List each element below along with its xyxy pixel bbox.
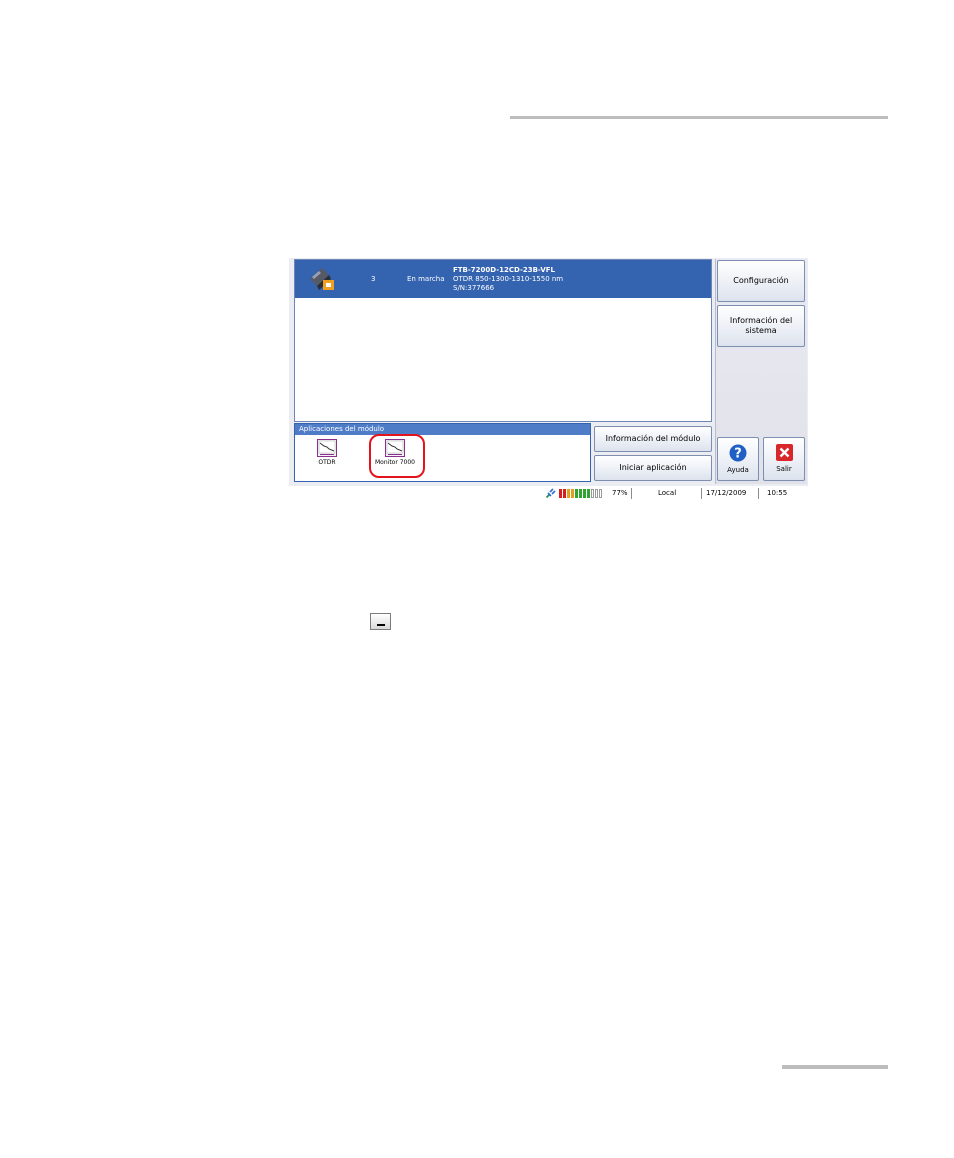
date-display: 17/12/2009 [701, 488, 751, 499]
battery-segment [587, 489, 590, 498]
header-rule [510, 116, 888, 119]
power-plug-icon [545, 488, 556, 499]
footer-rule [782, 1065, 888, 1069]
module-slot: 3 [371, 275, 376, 283]
battery-segment [595, 489, 598, 498]
start-app-button[interactable]: Iniciar aplicación [594, 455, 712, 481]
battery-segment [575, 489, 578, 498]
battery-segment [579, 489, 582, 498]
apps-header: Aplicaciones del módulo [295, 424, 590, 435]
battery-gauge [559, 489, 603, 498]
svg-text:?: ? [734, 446, 742, 461]
module-icon [310, 268, 334, 290]
module-serial: S/N:377666 [453, 284, 495, 292]
help-label: Ayuda [727, 465, 749, 474]
help-icon: ? [729, 444, 747, 461]
app-otdr-label: OTDR [318, 459, 336, 466]
close-icon [775, 444, 793, 461]
app-otdr[interactable]: OTDR [313, 437, 341, 466]
exit-button[interactable]: Salir [763, 437, 805, 481]
module-list: 3 En marcha FTB-7200D-12CD-23B-VFL OTDR … [294, 259, 712, 422]
help-button[interactable]: ? Ayuda [717, 437, 759, 481]
system-info-button[interactable]: Información del sistema [717, 305, 805, 347]
battery-segment [559, 489, 562, 498]
battery-segment [599, 489, 602, 498]
exit-label: Salir [776, 465, 792, 473]
battery-segment [563, 489, 566, 498]
module-info-button[interactable]: Información del módulo [594, 426, 712, 452]
module-row-selected[interactable]: 3 En marcha FTB-7200D-12CD-23B-VFL OTDR … [295, 260, 711, 298]
configuration-button[interactable]: Configuración [717, 260, 805, 302]
minimize-icon [370, 613, 391, 630]
selection-highlight [369, 434, 425, 478]
battery-percent: 77% [612, 489, 628, 497]
module-screen: 3 En marcha FTB-7200D-12CD-23B-VFL OTDR … [289, 258, 808, 501]
module-apps-panel: Aplicaciones del módulo OTDR Monitor 700… [294, 423, 591, 482]
battery-segment [591, 489, 594, 498]
otdr-app-icon [317, 439, 337, 457]
battery-segment [571, 489, 574, 498]
module-description: OTDR 850-1300-1310-1550 nm [453, 275, 564, 283]
status-bar: 77% Local 17/12/2009 10:55 [289, 486, 808, 501]
time-display: 10:55 [758, 488, 803, 499]
module-model: FTB-7200D-12CD-23B-VFL [453, 266, 555, 274]
module-status: En marcha [407, 275, 445, 283]
battery-segment [583, 489, 586, 498]
mode-indicator: Local [631, 488, 686, 499]
battery-segment [567, 489, 570, 498]
